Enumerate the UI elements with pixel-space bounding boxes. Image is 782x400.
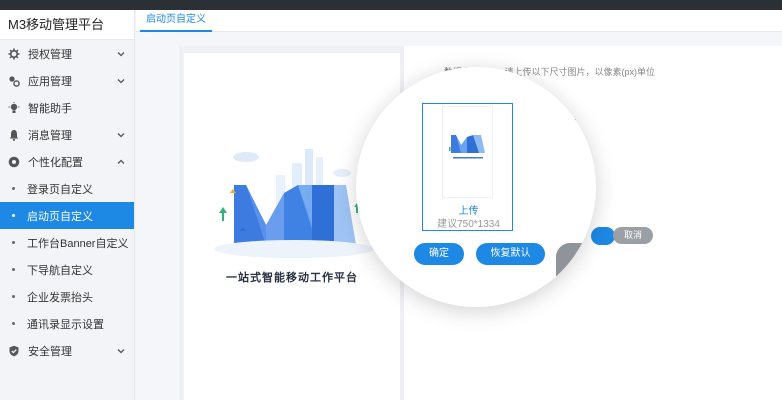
bullet-icon (12, 241, 15, 244)
chevron-down-icon (117, 78, 125, 83)
sidebar-item-label: 消息管理 (28, 129, 72, 142)
sidebar-subitem-label: 启动页自定义 (27, 210, 93, 223)
upload-size-hint: 建议750*1334 (437, 219, 500, 230)
sidebar-item-label: 应用管理 (28, 75, 72, 88)
reset-default-button[interactable]: 恢复默认 (476, 243, 545, 265)
bullet-icon (12, 295, 15, 298)
sidebar-item-label: 智能助手 (28, 102, 72, 115)
tab-bar: 启动页自定义 (136, 10, 782, 32)
sidebar-subitem-label: 下导航自定义 (27, 264, 93, 277)
cancel-button[interactable]: 取消 (613, 227, 653, 244)
sidebar-item-label: 安全管理 (28, 345, 72, 358)
bullet-icon (12, 214, 15, 217)
image-upload-box[interactable]: 上传 建议750*1334 (422, 103, 513, 231)
bell-icon (8, 129, 20, 141)
sidebar-subitem-login-page[interactable]: 登录页自定义 (0, 175, 134, 202)
sidebar-item-label: 授权管理 (28, 48, 72, 61)
sidebar-subitem-bottom-nav[interactable]: 下导航自定义 (0, 256, 134, 283)
sidebar-subitem-label: 工作台Banner自定义 (27, 237, 129, 250)
sidebar-item-messages[interactable]: 消息管理 (0, 121, 134, 148)
confirm-button[interactable]: 确定 (414, 243, 464, 265)
shield-icon (8, 345, 20, 357)
description-text: 请上传以下尺寸图片，以像素(px)单位 (504, 67, 656, 77)
sidebar-subitem-contacts-display[interactable]: 通讯录显示设置 (0, 310, 134, 337)
bulb-icon (8, 101, 20, 114)
sidebar-subitem-launch-page[interactable]: 启动页自定义 (0, 202, 134, 229)
gear-icon (8, 48, 20, 60)
launch-slogan: 一站式智能移动工作平台 (226, 272, 358, 284)
sidebar-item-authorization[interactable]: 授权管理 (0, 40, 134, 67)
top-bar (0, 0, 782, 10)
confirm-button-partial[interactable] (591, 227, 615, 245)
chevron-up-icon (117, 159, 125, 164)
app-title: M3移动管理平台 (0, 10, 134, 40)
bullet-icon (12, 268, 15, 271)
magnifier-overlay: 上传 建议750*1334 确定 恢复默认 (356, 67, 596, 307)
cancel-button-partial[interactable] (556, 243, 586, 283)
logo-thumbnail (449, 135, 485, 159)
sidebar-item-apps[interactable]: 应用管理 (0, 67, 134, 94)
sidebar-item-security[interactable]: 安全管理 (0, 337, 134, 364)
palette-icon (8, 156, 20, 168)
tab-launch-page[interactable]: 启动页自定义 (140, 10, 212, 32)
sidebar-subitem-invoice-title[interactable]: 企业发票抬头 (0, 283, 134, 310)
apps-icon (8, 75, 20, 87)
sidebar-subitem-workbench-banner[interactable]: 工作台Banner自定义 (0, 229, 134, 256)
sidebar-subitem-label: 登录页自定义 (27, 183, 93, 196)
upload-thumbnail (443, 107, 492, 197)
chevron-down-icon (117, 348, 125, 353)
sidebar: M3移动管理平台 授权管理 应用管理 智能助手 消息管理 个性化配置 登录页自定… (0, 10, 135, 400)
bullet-icon (12, 322, 15, 325)
chevron-down-icon (117, 132, 125, 137)
sidebar-item-personalization[interactable]: 个性化配置 (0, 148, 134, 175)
sidebar-subitem-label: 企业发票抬头 (27, 291, 93, 304)
sidebar-subitem-label: 通讯录显示设置 (27, 318, 104, 331)
chevron-down-icon (117, 51, 125, 56)
sidebar-item-label: 个性化配置 (28, 156, 83, 169)
sidebar-item-assistant[interactable]: 智能助手 (0, 94, 134, 121)
bullet-icon (12, 187, 15, 190)
